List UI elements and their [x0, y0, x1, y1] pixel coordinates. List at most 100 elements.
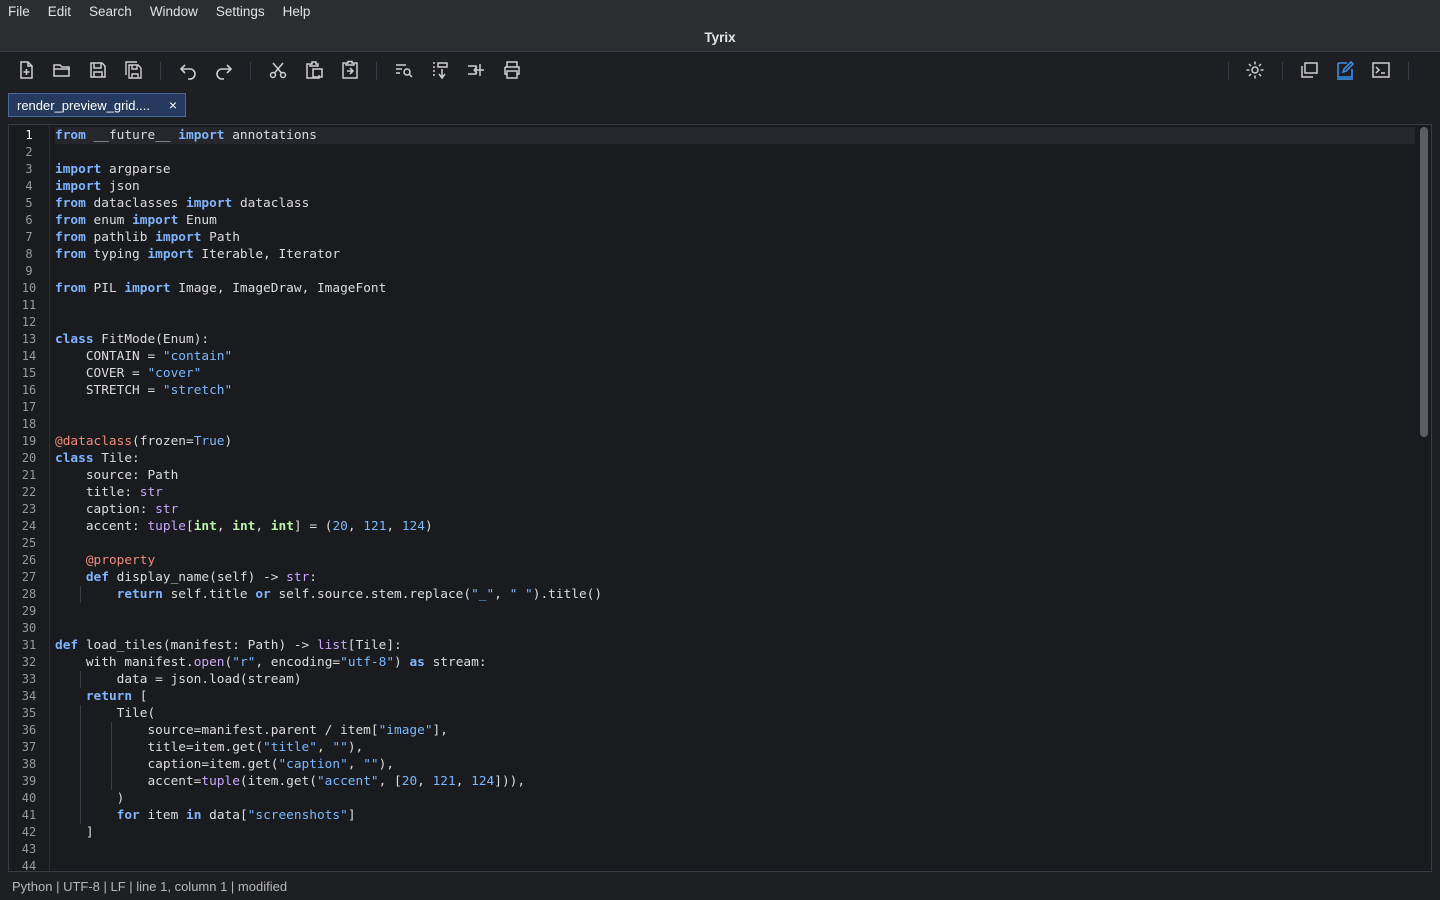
save-all-icon[interactable] — [122, 58, 146, 82]
code-line[interactable] — [55, 603, 1415, 620]
code-line[interactable]: caption: str — [55, 501, 1415, 518]
code-line[interactable]: return self.title or self.source.stem.re… — [55, 586, 1415, 603]
file-tab[interactable]: render_preview_grid.... × — [8, 93, 186, 117]
code-line[interactable] — [55, 297, 1415, 314]
code-line[interactable]: import json — [55, 178, 1415, 195]
code-line[interactable]: from PIL import Image, ImageDraw, ImageF… — [55, 280, 1415, 297]
terminal-icon[interactable] — [1369, 58, 1393, 82]
code-line[interactable]: title: str — [55, 484, 1415, 501]
line-number: 33 — [21, 672, 37, 686]
line-number: 23 — [21, 502, 37, 516]
code-line[interactable]: def display_name(self) -> str: — [55, 569, 1415, 586]
redo-icon[interactable] — [212, 58, 236, 82]
code-text: with manifest.open("r", encoding="utf-8"… — [55, 655, 487, 670]
code-line[interactable]: title=item.get("title", ""), — [55, 739, 1415, 756]
save-icon[interactable] — [86, 58, 110, 82]
indent-guide — [79, 705, 81, 722]
line-number: 41 — [21, 808, 37, 822]
code-line[interactable]: return [ — [55, 688, 1415, 705]
menu-settings[interactable]: Settings — [207, 0, 274, 24]
code-line[interactable] — [55, 263, 1415, 280]
code-line[interactable]: import argparse — [55, 161, 1415, 178]
code-line[interactable]: for item in data["screenshots"] — [55, 807, 1415, 824]
toolbar-separator — [1282, 62, 1283, 80]
code-line[interactable]: caption=item.get("caption", ""), — [55, 756, 1415, 773]
code-line[interactable]: accent=tuple(item.get("accent", [20, 121… — [55, 773, 1415, 790]
find-replace-icon[interactable] — [428, 58, 452, 82]
code-line[interactable]: data = json.load(stream) — [55, 671, 1415, 688]
indent-guide — [110, 773, 112, 790]
code-text: caption=item.get("caption", ""), — [55, 757, 395, 772]
menu-window[interactable]: Window — [141, 0, 207, 24]
undo-icon[interactable] — [176, 58, 200, 82]
title-bar: Tyrix — [0, 24, 1440, 52]
code-editor[interactable]: 1 2 3 4 5 6 7 8 9 10 11 12 13 14 15 16 17 18 19 20 21 22 23 24 2… — [8, 124, 1432, 872]
code-line[interactable] — [55, 841, 1415, 858]
line-number: 26 — [21, 553, 37, 567]
close-icon[interactable]: × — [169, 97, 177, 113]
code-line[interactable]: STRETCH = "stretch" — [55, 382, 1415, 399]
indent-guide — [79, 756, 81, 773]
code-line[interactable]: from enum import Enum — [55, 212, 1415, 229]
code-line[interactable] — [55, 535, 1415, 552]
indent-guide — [79, 586, 81, 603]
paste-icon[interactable] — [338, 58, 362, 82]
find-icon[interactable] — [392, 58, 416, 82]
edit-mode-icon[interactable] — [1333, 58, 1357, 82]
code-line[interactable]: @dataclass(frozen=True) — [55, 433, 1415, 450]
code-line[interactable] — [55, 144, 1415, 161]
code-line[interactable] — [55, 314, 1415, 331]
code-line[interactable]: source=manifest.parent / item["image"], — [55, 722, 1415, 739]
code-text: ) — [55, 791, 125, 806]
code-line[interactable]: from pathlib import Path — [55, 229, 1415, 246]
code-line[interactable] — [55, 620, 1415, 637]
code-line[interactable]: class Tile: — [55, 450, 1415, 467]
code-line[interactable]: CONTAIN = "contain" — [55, 348, 1415, 365]
code-text: caption: str — [55, 502, 179, 517]
print-icon[interactable] — [500, 58, 524, 82]
line-number: 44 — [21, 859, 37, 872]
scrollbar-thumb[interactable] — [1420, 127, 1428, 437]
line-number: 35 — [21, 706, 37, 720]
new-file-icon[interactable] — [14, 58, 38, 82]
code-line[interactable] — [55, 399, 1415, 416]
indent-guide — [79, 722, 81, 739]
line-number: 9 — [25, 264, 33, 278]
status-bar: Python | UTF-8 | LF | line 1, column 1 |… — [0, 872, 1440, 900]
code-text: def load_tiles(manifest: Path) -> list[T… — [55, 638, 402, 653]
code-line[interactable]: from dataclasses import dataclass — [55, 195, 1415, 212]
menu-edit[interactable]: Edit — [39, 0, 80, 24]
code-area[interactable]: from __future__ import annotations import… — [55, 127, 1415, 871]
code-text: class Tile: — [55, 451, 140, 466]
cut-icon[interactable] — [266, 58, 290, 82]
line-number: 1 — [25, 128, 33, 142]
code-line[interactable]: class FitMode(Enum): — [55, 331, 1415, 348]
code-line[interactable]: ) — [55, 790, 1415, 807]
code-line[interactable]: from __future__ import annotations — [55, 127, 1415, 144]
code-line[interactable]: COVER = "cover" — [55, 365, 1415, 382]
code-line[interactable]: @property — [55, 552, 1415, 569]
menu-search[interactable]: Search — [80, 0, 141, 24]
vertical-scrollbar[interactable] — [1419, 127, 1429, 867]
code-line[interactable]: Tile( — [55, 705, 1415, 722]
menu-file[interactable]: File — [0, 0, 39, 24]
code-line[interactable]: source: Path — [55, 467, 1415, 484]
goto-icon[interactable] — [464, 58, 488, 82]
windows-icon[interactable] — [1297, 58, 1321, 82]
code-line[interactable] — [55, 858, 1415, 871]
code-line[interactable] — [55, 416, 1415, 433]
status-text: Python | UTF-8 | LF | line 1, column 1 |… — [12, 878, 288, 894]
copy-icon[interactable] — [302, 58, 326, 82]
settings-icon[interactable] — [1243, 58, 1267, 82]
code-text: title: str — [55, 485, 163, 500]
code-line[interactable]: ] — [55, 824, 1415, 841]
toolbar-separator — [1408, 62, 1409, 80]
code-line[interactable]: def load_tiles(manifest: Path) -> list[T… — [55, 637, 1415, 654]
open-folder-icon[interactable] — [50, 58, 74, 82]
code-line[interactable]: accent: tuple[int, int, int] = (20, 121,… — [55, 518, 1415, 535]
code-line[interactable]: from typing import Iterable, Iterator — [55, 246, 1415, 263]
indent-guide — [79, 739, 81, 756]
menu-help[interactable]: Help — [274, 0, 320, 24]
indent-guide — [79, 671, 81, 688]
code-line[interactable]: with manifest.open("r", encoding="utf-8"… — [55, 654, 1415, 671]
